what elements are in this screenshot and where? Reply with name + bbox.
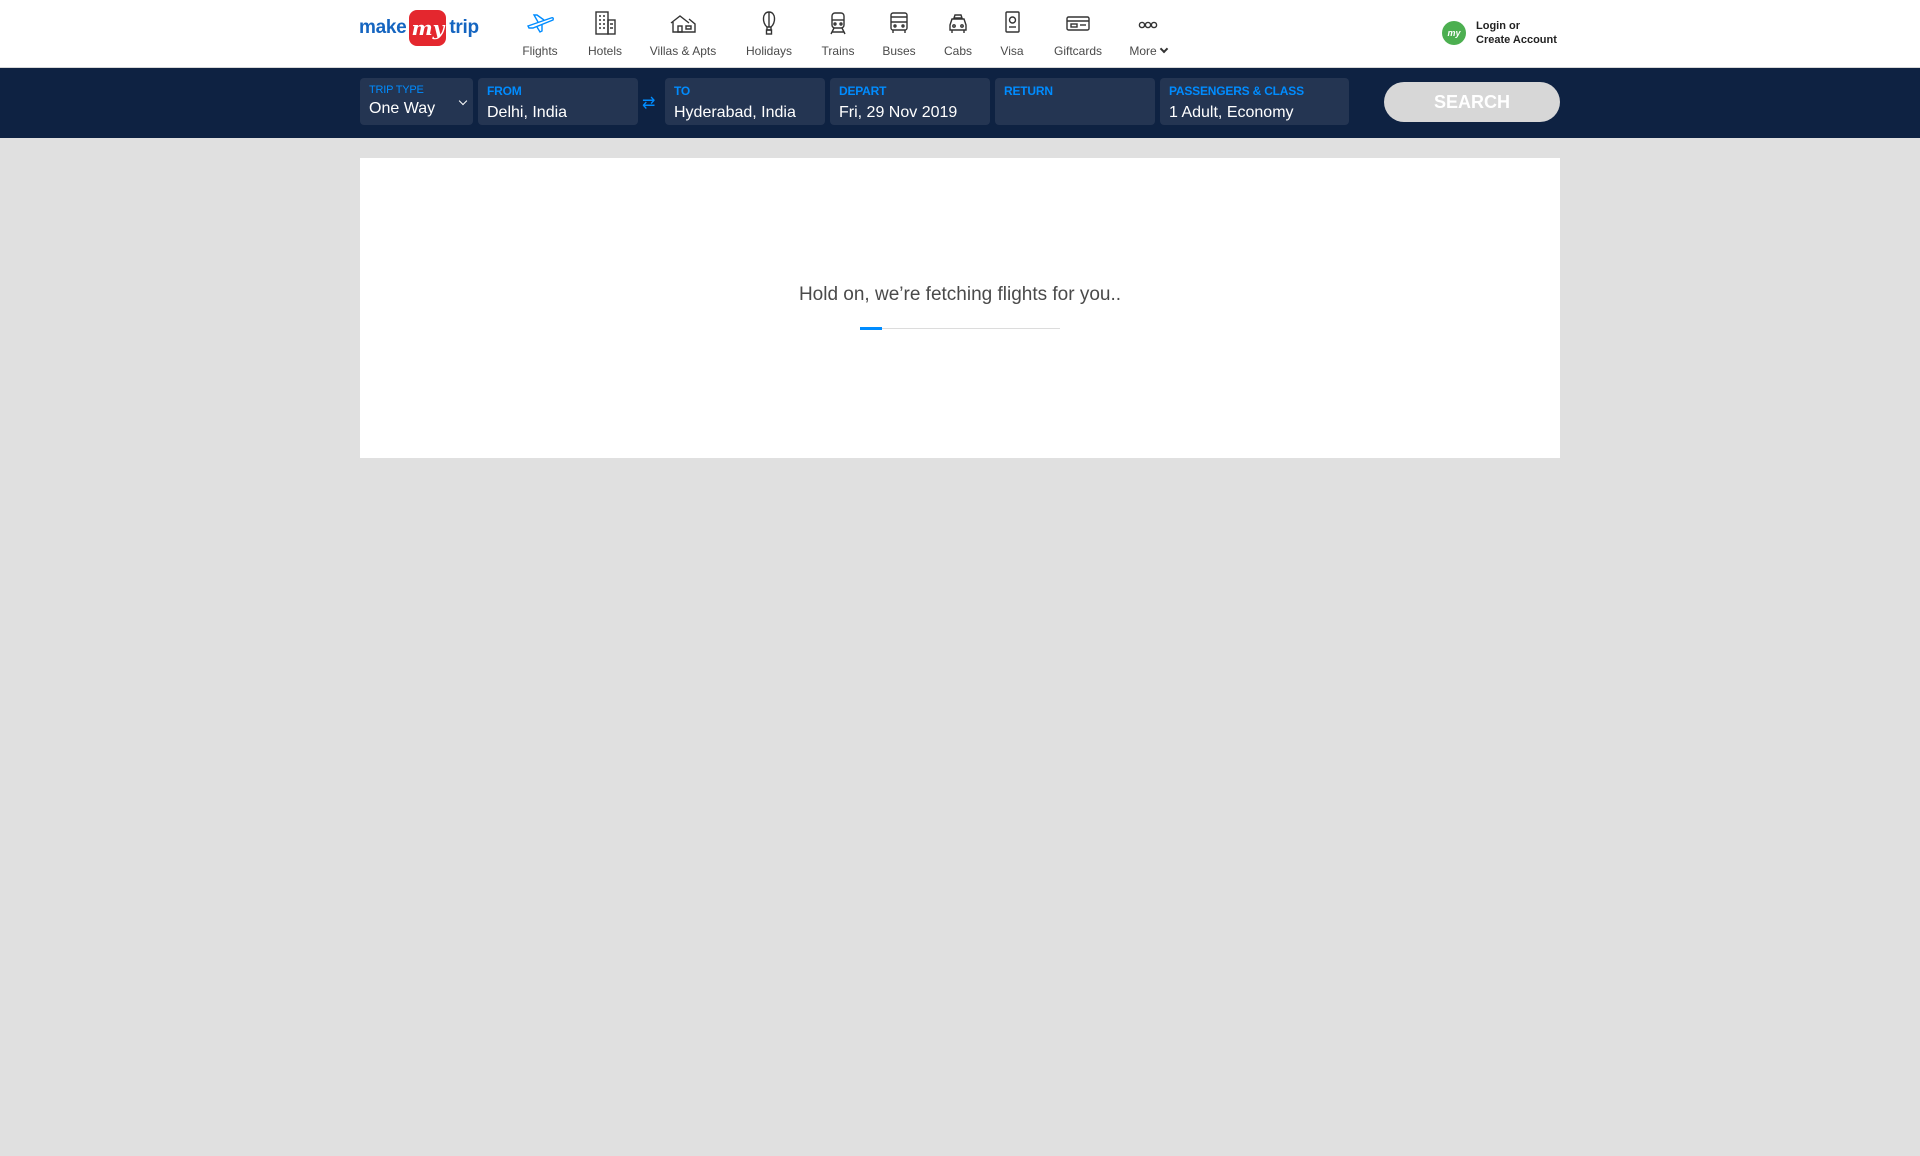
passengers-label: PASSENGERS & CLASS bbox=[1169, 84, 1304, 98]
depart-label: DEPART bbox=[839, 84, 887, 98]
trip-type-select[interactable]: TRIP TYPE One Way bbox=[360, 78, 473, 125]
login-text: Login or Create Account bbox=[1476, 19, 1557, 47]
login-avatar-icon: my bbox=[1442, 21, 1466, 45]
chevron-down-icon bbox=[1159, 44, 1168, 54]
nav-item-holidays[interactable]: Holidays bbox=[729, 10, 809, 60]
nav-label-holidays: Holidays bbox=[745, 44, 793, 58]
logo-trip-text: trip bbox=[449, 17, 479, 38]
from-value: Delhi, India bbox=[487, 104, 568, 121]
to-label: TO bbox=[674, 84, 691, 98]
depart-value: Fri, 29 Nov 2019 bbox=[839, 104, 958, 121]
nav-item-hotels[interactable]: Hotels bbox=[565, 10, 645, 60]
depart-date-field[interactable]: DEPART Fri, 29 Nov 2019 bbox=[830, 78, 990, 125]
loading-message: Hold on, we’re fetching flights for you.… bbox=[798, 284, 1122, 305]
nav-item-more[interactable]: More bbox=[1108, 10, 1188, 60]
more-dots-icon bbox=[1108, 10, 1188, 36]
return-date-field[interactable]: RETURN bbox=[995, 78, 1155, 125]
to-city-field[interactable]: TO Hyderabad, India bbox=[665, 78, 825, 125]
nav-label-more: More bbox=[1108, 44, 1188, 58]
loading-progress-fill bbox=[860, 327, 882, 330]
top-header: make my trip Flights Hotels Villas & Apt… bbox=[0, 0, 1920, 68]
login-line-2: Create Account bbox=[1476, 34, 1557, 46]
nav-item-villas[interactable]: Villas & Apts bbox=[643, 10, 723, 60]
nav-label-giftcards: Giftcards bbox=[1053, 44, 1102, 58]
nav-label-hotels: Hotels bbox=[587, 44, 622, 58]
nav-label-villas: Villas & Apts bbox=[649, 44, 717, 58]
results-loading-card: Hold on, we’re fetching flights for you.… bbox=[360, 158, 1560, 458]
hotel-building-icon bbox=[565, 10, 645, 36]
hot-air-balloon-icon bbox=[729, 10, 809, 36]
search-button[interactable]: SEARCH bbox=[1384, 82, 1560, 122]
villa-house-icon bbox=[643, 10, 723, 36]
swap-cities-icon[interactable]: ⇄ bbox=[642, 93, 655, 113]
login-line-1: Login or bbox=[1476, 20, 1520, 32]
giftcard-icon bbox=[1038, 10, 1118, 36]
makemytrip-logo[interactable]: make my trip bbox=[359, 10, 479, 46]
to-value: Hyderabad, India bbox=[674, 104, 796, 121]
nav-item-giftcards[interactable]: Giftcards bbox=[1038, 10, 1118, 60]
loading-progress-bar bbox=[860, 327, 1060, 330]
passengers-class-field[interactable]: PASSENGERS & CLASS 1 Adult, Economy bbox=[1160, 78, 1349, 125]
trip-type-label: TRIP TYPE bbox=[369, 84, 424, 96]
logo-my-badge: my bbox=[409, 10, 447, 46]
logo-make-text: make bbox=[359, 17, 407, 38]
return-label: RETURN bbox=[1004, 84, 1053, 98]
flight-search-bar: TRIP TYPE One Way FROM Delhi, India ⇄ TO… bbox=[0, 68, 1920, 138]
from-city-field[interactable]: FROM Delhi, India bbox=[478, 78, 638, 125]
trip-type-value: One Way bbox=[369, 100, 436, 117]
from-label: FROM bbox=[487, 84, 522, 98]
login-button[interactable]: my Login or Create Account bbox=[1442, 19, 1557, 47]
passengers-value: 1 Adult, Economy bbox=[1169, 104, 1294, 121]
